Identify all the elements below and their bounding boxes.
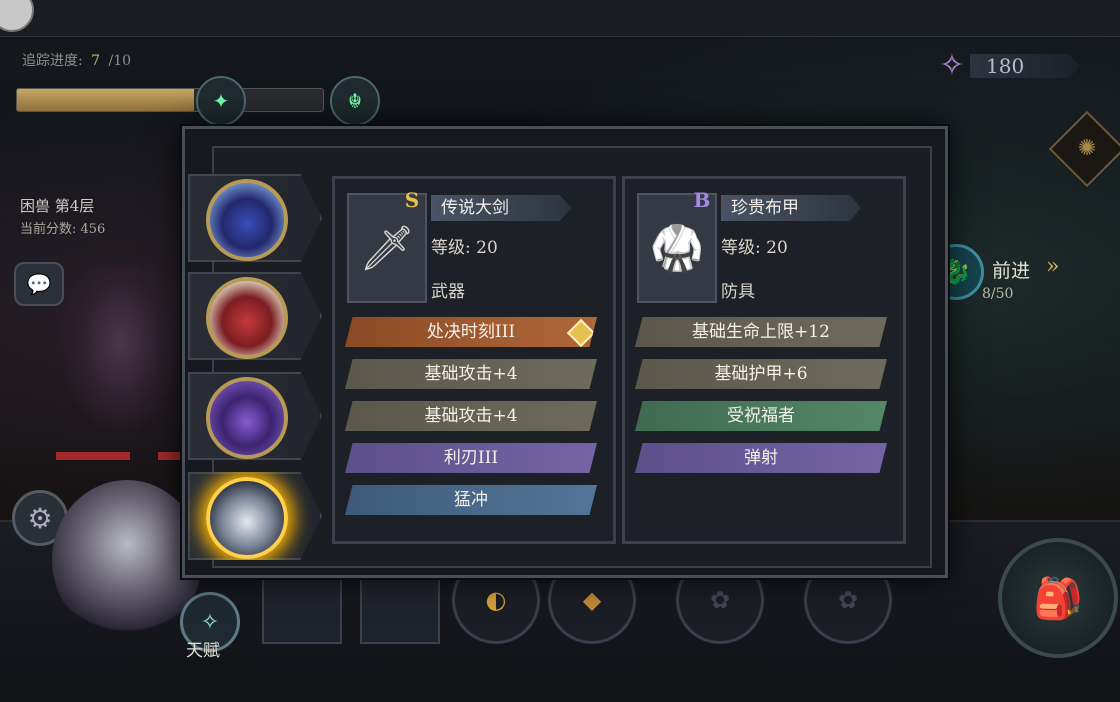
armor-affix-text: 弹射 xyxy=(744,448,778,468)
weapon-affix-text: 处决时刻III xyxy=(426,322,516,342)
rune-node-icon[interactable]: ☬ xyxy=(330,76,380,126)
weapon-affix-text: 猛冲 xyxy=(454,490,488,510)
party-tab-2[interactable] xyxy=(188,272,322,360)
party-tab-1[interactable] xyxy=(188,174,322,262)
dock-weapon-slot[interactable] xyxy=(262,570,342,644)
armor-affix[interactable]: 基础护甲+6 xyxy=(635,359,887,389)
star-icon: ✧ xyxy=(200,609,220,635)
armor-card[interactable]: 🥋 B 珍贵布甲 等级: 20 防具 基础生命上限+12 基础护甲+6 受祝福者 弹射 xyxy=(622,176,906,544)
armor-affix[interactable]: 受祝福者 xyxy=(635,401,887,431)
witch-hero-avatar xyxy=(206,179,288,261)
gear-icon: ⚙ xyxy=(27,501,53,535)
weapon-level: 等级: 20 xyxy=(431,238,498,258)
currency-display: ✧ 180 xyxy=(936,48,1086,84)
boss-node-icon[interactable]: ✦ xyxy=(196,76,246,126)
dock-armor-slot[interactable] xyxy=(360,570,440,644)
weapon-affix[interactable]: 利刃III xyxy=(345,443,597,473)
gem-icon xyxy=(566,318,596,347)
weapon-card[interactable]: 🗡 S 传说大剑 等级: 20 武器 处决时刻III 基础攻击+4 基础攻击+4 利刃… xyxy=(332,176,616,544)
armor-affix[interactable]: 弹射 xyxy=(635,443,887,473)
armor-name: 珍贵布甲 xyxy=(721,195,861,221)
weapon-affix[interactable]: 基础攻击+4 xyxy=(345,401,597,431)
track-label-text: 追踪进度: xyxy=(22,53,83,69)
weapon-affix-text: 基础攻击+4 xyxy=(424,406,518,426)
track-progress-bar xyxy=(16,88,324,112)
armor-rank-badge: B xyxy=(693,188,711,212)
track-progress-label: 追踪进度: 7 /10 xyxy=(22,50,131,70)
currency-value: 180 xyxy=(986,54,1025,78)
sorceress-hero-avatar xyxy=(206,377,288,459)
enemy-sprite xyxy=(60,265,180,435)
track-progress-fill xyxy=(17,89,195,111)
armor-affix-text: 基础生命上限+12 xyxy=(692,322,830,342)
track-total: /10 xyxy=(108,53,132,69)
forward-label: 前进 xyxy=(992,260,1031,282)
white-hair-hero-avatar xyxy=(206,477,288,559)
bag-button[interactable]: 🎒 xyxy=(998,538,1118,658)
weapon-rank-badge: S xyxy=(404,188,420,212)
party-tab-3[interactable] xyxy=(188,372,322,460)
armor-type: 防具 xyxy=(721,282,755,302)
score-label: 当前分数: 456 xyxy=(20,222,106,237)
armor-affix-text: 受祝福者 xyxy=(727,406,795,426)
track-current: 7 xyxy=(91,53,101,69)
talent-label: 天赋 xyxy=(186,641,220,661)
armor-level: 等级: 20 xyxy=(721,238,788,258)
weapon-affix-text: 利刃III xyxy=(443,448,499,468)
enemy-hp-bar xyxy=(56,452,130,460)
weapon-affix[interactable]: 处决时刻III xyxy=(345,317,597,347)
top-strip xyxy=(0,0,1120,37)
chat-button[interactable]: 💬 xyxy=(14,262,64,306)
forward-arrow-icon: » xyxy=(1046,254,1060,279)
weapon-name: 传说大剑 xyxy=(431,195,571,221)
red-hood-hero-avatar xyxy=(206,277,288,359)
floor-label: 困兽 第4层 xyxy=(20,197,95,215)
weapon-affix[interactable]: 基础攻击+4 xyxy=(345,359,597,389)
party-tab-4[interactable] xyxy=(188,472,322,560)
bag-icon: 🎒 xyxy=(1033,575,1083,622)
weapon-affix[interactable]: 猛冲 xyxy=(345,485,597,515)
map-icon: ✺ xyxy=(1077,136,1097,161)
weapon-type: 武器 xyxy=(431,282,465,302)
forward-button[interactable]: 🐉 前进 » 8/50 xyxy=(928,244,1108,304)
armor-affix[interactable]: 基础生命上限+12 xyxy=(635,317,887,347)
forward-count: 8/50 xyxy=(982,286,1014,302)
crystal-icon: ✧ xyxy=(939,48,965,83)
chat-icon: 💬 xyxy=(26,272,52,296)
weapon-affix-text: 基础攻击+4 xyxy=(424,364,518,384)
armor-affix-text: 基础护甲+6 xyxy=(714,364,808,384)
